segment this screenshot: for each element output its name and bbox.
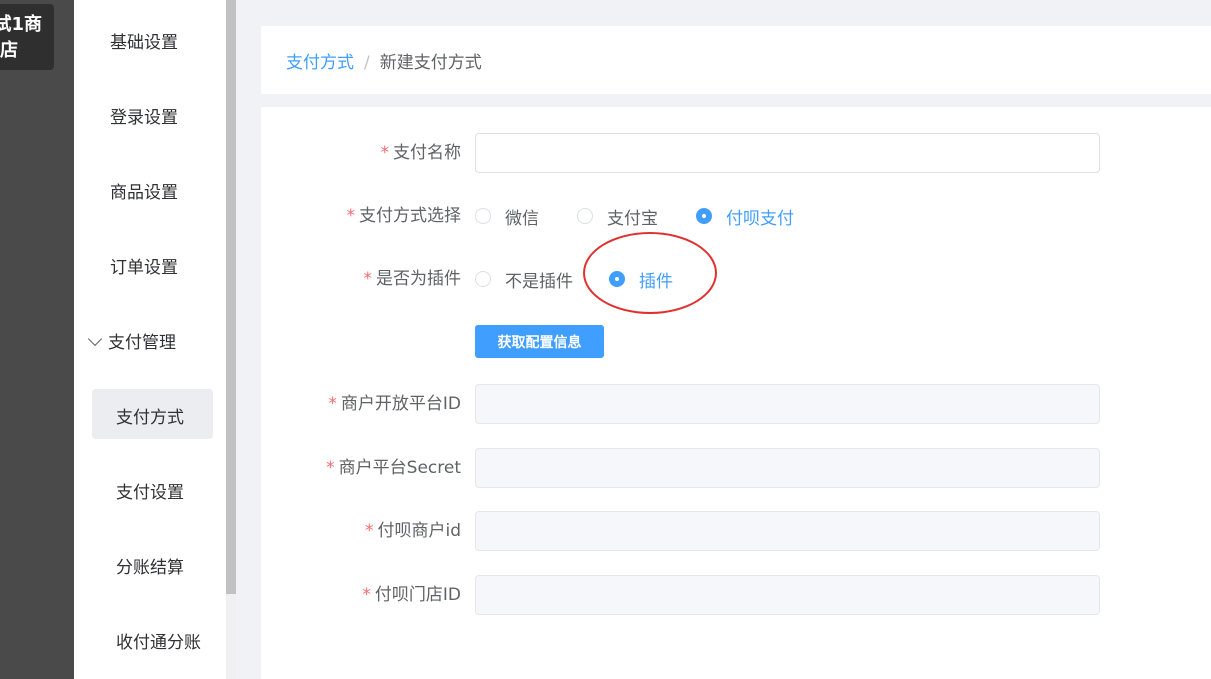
breadcrumb-separator: / bbox=[364, 53, 370, 73]
label-text: 支付名称 bbox=[393, 143, 461, 163]
radio-label: 插件 bbox=[639, 271, 673, 292]
breadcrumb-link-payment-methods[interactable]: 支付方式 bbox=[286, 53, 354, 73]
radio-circle-checked bbox=[609, 271, 625, 287]
radio-circle bbox=[577, 208, 593, 224]
form-row-plugin: * 是否为插件 不是插件 插件 bbox=[261, 259, 1211, 299]
submenu-item-goods[interactable]: 商品设置 bbox=[74, 178, 226, 203]
radio-circle-checked bbox=[696, 208, 712, 224]
form-row-name: * 支付名称 bbox=[261, 133, 1211, 173]
required-mark: * bbox=[364, 521, 374, 541]
form-row-fubei-store-id: * 付呗门店ID bbox=[261, 575, 1211, 615]
merchant-secret-input bbox=[475, 448, 1100, 488]
breadcrumb-card: 支付方式 / 新建支付方式 bbox=[261, 26, 1211, 94]
submenu-group-label: 支付管理 bbox=[108, 333, 176, 353]
radio-label: 付呗支付 bbox=[726, 208, 794, 229]
radio-label: 不是插件 bbox=[505, 271, 573, 292]
form-label: * 支付方式选择 bbox=[347, 196, 462, 236]
form-label: * 付呗门店ID bbox=[362, 575, 461, 615]
shop-name-line1: 试1商 bbox=[0, 14, 42, 35]
merchant-open-id-input bbox=[475, 384, 1100, 424]
required-mark: * bbox=[328, 394, 337, 414]
fubei-store-id-input bbox=[475, 575, 1100, 615]
form-row-method: * 支付方式选择 微信 支付宝 付呗支付 bbox=[261, 196, 1211, 236]
payment-method-radio-group: 微信 支付宝 付呗支付 bbox=[475, 196, 832, 236]
required-mark: * bbox=[380, 143, 390, 163]
submenu-item-order[interactable]: 订单设置 bbox=[74, 253, 226, 278]
shop-name[interactable]: 试1商 店 bbox=[0, 4, 54, 70]
breadcrumb-current: 新建支付方式 bbox=[379, 53, 482, 73]
label-text: 商户开放平台ID bbox=[340, 394, 461, 414]
breadcrumb: 支付方式 / 新建支付方式 bbox=[286, 48, 482, 73]
settings-submenu: 基础设置 登录设置 商品设置 订单设置 支付管理 支付方式 支付设置 分账结算 … bbox=[74, 0, 226, 679]
fubei-merchant-id-input bbox=[475, 511, 1100, 551]
label-text: 是否为插件 bbox=[376, 269, 461, 289]
label-text: 付呗商户id bbox=[377, 521, 461, 541]
submenu-group-payment[interactable]: 支付管理 bbox=[74, 328, 226, 353]
radio-wechat[interactable]: 微信 bbox=[475, 204, 539, 229]
payment-name-input[interactable] bbox=[475, 133, 1100, 173]
label-text: 付呗门店ID bbox=[374, 585, 461, 605]
submenu-item-shoufutong-split[interactable]: 收付通分账 bbox=[74, 628, 226, 653]
chevron-down-icon bbox=[87, 331, 103, 347]
radio-circle bbox=[475, 271, 491, 287]
form-row-fubei-merchant-id: * 付呗商户id bbox=[261, 511, 1211, 551]
form-label: * 是否为插件 bbox=[364, 259, 462, 299]
radio-label: 微信 bbox=[505, 208, 539, 229]
submenu-scrollbar-thumb[interactable] bbox=[226, 0, 236, 594]
submenu-item-payment-method[interactable]: 支付方式 bbox=[74, 403, 226, 428]
radio-alipay[interactable]: 支付宝 bbox=[577, 204, 658, 229]
submenu-item-login[interactable]: 登录设置 bbox=[74, 103, 226, 128]
payment-method-form: * 支付名称 * 支付方式选择 微信 支付宝 付呗支付 * 是否为插件 不是插件 插件… bbox=[261, 107, 1211, 679]
submenu-item-payment-settings[interactable]: 支付设置 bbox=[74, 478, 226, 503]
plugin-radio-group: 不是插件 插件 bbox=[475, 259, 711, 299]
form-label: * 商户平台Secret bbox=[326, 448, 461, 488]
shop-name-line2: 店 bbox=[0, 40, 18, 61]
submenu-item-basic[interactable]: 基础设置 bbox=[74, 28, 226, 53]
radio-circle bbox=[475, 208, 491, 224]
main-sidebar: 试1商 店 统计 管理 管理 管理 管理 管理 中心 bbox=[0, 0, 74, 679]
form-row-merchant-secret: * 商户平台Secret bbox=[261, 448, 1211, 488]
form-row-merchant-open-id: * 商户开放平台ID bbox=[261, 384, 1211, 424]
radio-label: 支付宝 bbox=[607, 208, 658, 229]
fetch-config-button[interactable]: 获取配置信息 bbox=[475, 325, 604, 358]
label-text: 商户平台Secret bbox=[338, 458, 461, 478]
radio-not-plugin[interactable]: 不是插件 bbox=[475, 267, 573, 292]
required-mark: * bbox=[363, 269, 373, 289]
radio-plugin[interactable]: 插件 bbox=[609, 267, 673, 292]
form-label: * 商户开放平台ID bbox=[328, 384, 461, 424]
required-mark: * bbox=[362, 585, 371, 605]
required-mark: * bbox=[326, 458, 335, 478]
label-text: 支付方式选择 bbox=[359, 206, 461, 226]
radio-fubei[interactable]: 付呗支付 bbox=[696, 204, 794, 229]
form-label: * 支付名称 bbox=[381, 133, 462, 173]
submenu-item-split-settlement[interactable]: 分账结算 bbox=[74, 553, 226, 578]
form-label: * 付呗商户id bbox=[365, 511, 461, 551]
required-mark: * bbox=[346, 206, 356, 226]
